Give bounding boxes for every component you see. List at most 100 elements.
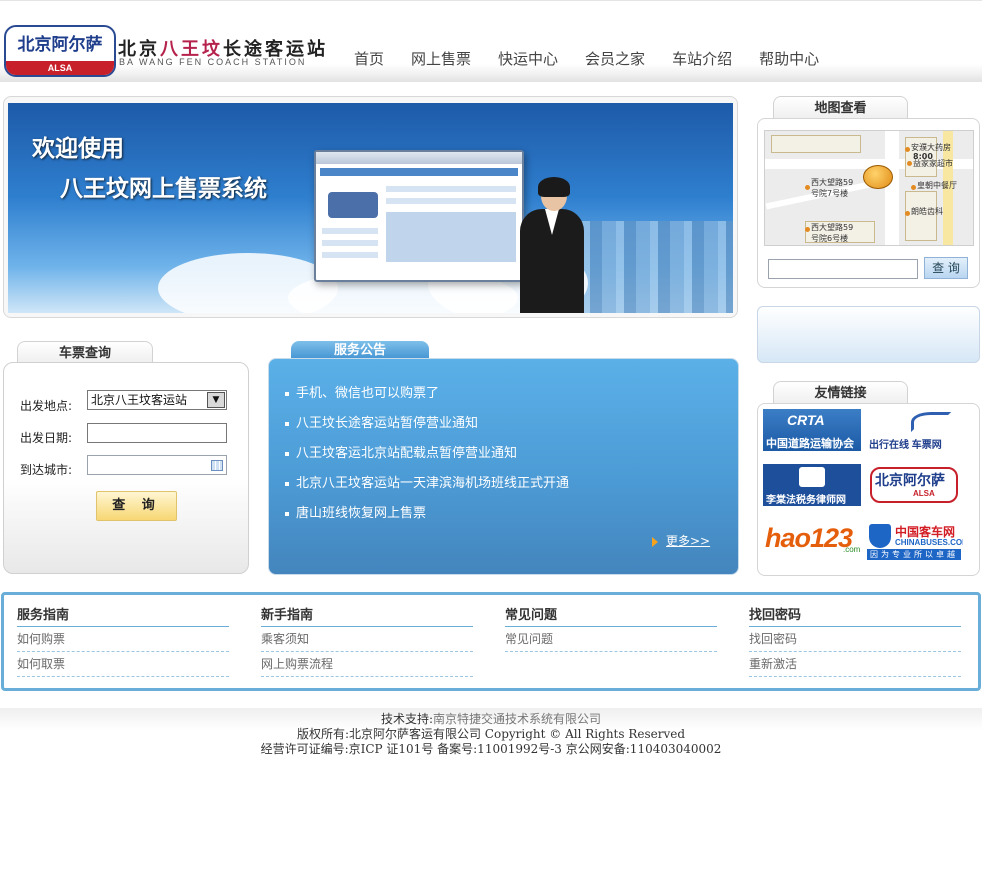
date-field[interactable] [87, 423, 227, 443]
browser-titlebar [316, 152, 522, 164]
notice-more-link[interactable]: 更多>> [652, 532, 710, 549]
map-label: 西大望路59 [811, 178, 854, 187]
departure-select[interactable]: 北京八王坟客运站 ▼ [87, 390, 227, 410]
guide-link[interactable]: 找回密码 [749, 627, 961, 652]
banner-skyline [568, 221, 733, 313]
map-marker [911, 185, 916, 190]
browser-nav [320, 168, 518, 176]
guide-link[interactable]: 网上购票流程 [261, 652, 473, 677]
guide-link[interactable]: 乘客须知 [261, 627, 473, 652]
location-map[interactable]: 安濮大药房 8:00 益家家超市 皇朝中餐厅 西大望路59 号院7号楼 朗皓齿科… [764, 130, 974, 246]
map-road [885, 131, 899, 245]
departure-value: 北京八王坟客运站 [91, 393, 188, 407]
bullet-icon [285, 421, 289, 426]
agent-hair [538, 177, 570, 197]
wing-icon [911, 412, 951, 432]
nav-home[interactable]: 首页 [354, 48, 384, 69]
link-law-logo[interactable]: 李棠法税务律师网 [763, 464, 861, 506]
city-field[interactable] [87, 455, 227, 475]
site-footer: 技术支持:南京特捷交通技术系统有限公司 版权所有:北京阿尔萨客运有限公司 Cop… [0, 708, 982, 764]
guide-column-title: 找回密码 [749, 605, 961, 627]
guide-link[interactable]: 常见问题 [505, 627, 717, 652]
link-crta-logo[interactable]: CRTA 中国道路运输协会 [763, 409, 861, 451]
notice-item[interactable]: 八王坟客运北京站配载点暂停营业通知 [285, 442, 517, 461]
logo-text: 北京阿尔萨 [17, 35, 103, 55]
link-hao123-logo[interactable]: hao123 .com [763, 519, 861, 561]
hao123-logo-text: hao123 [765, 523, 853, 553]
bullet-icon [285, 391, 289, 396]
banner-browser-illustration [314, 150, 524, 282]
arrow-right-icon [652, 536, 658, 547]
notice-item-text: 唐山班线恢复网上售票 [296, 506, 427, 521]
notice-item[interactable]: 北京八王坟客运站一天津滨海机场班线正式开通 [285, 472, 569, 491]
query-submit-button[interactable]: 查 询 [96, 491, 177, 521]
notice-item[interactable]: 手机、微信也可以购票了 [285, 382, 439, 401]
browser-row [322, 240, 378, 246]
map-label: 朗皓齿科 [911, 207, 943, 216]
link-chinabuses-logo[interactable]: 中国客车网 CHINABUSES.COM 因为专业所以卓越 [865, 519, 963, 561]
notice-item-text: 八王坟长途客运站暂停营业通知 [296, 416, 479, 431]
guide-link[interactable]: 如何购票 [17, 627, 229, 652]
browser-row [386, 198, 516, 204]
guide-column-title: 新手指南 [261, 605, 473, 627]
map-marker [805, 227, 810, 232]
alsa-logo-text: 北京阿尔萨 [875, 473, 945, 489]
scale-icon [799, 467, 825, 487]
city-label: 到达城市: [20, 463, 73, 477]
footer-tech-support: 技术支持:南京特捷交通技术系统有限公司 [0, 712, 982, 727]
map-marker [905, 147, 910, 152]
map-pin-icon [863, 165, 893, 189]
browser-content [386, 212, 516, 262]
map-label: 号院7号楼 [811, 189, 849, 198]
guide-link[interactable]: 如何取票 [17, 652, 229, 677]
departure-label: 出发地点: [20, 399, 73, 413]
footer-tech-value[interactable]: 南京特捷交通技术系统有限公司 [433, 712, 601, 726]
nav-express-center[interactable]: 快运中心 [498, 48, 558, 69]
browser-row [386, 186, 516, 192]
link-cxzx-logo[interactable]: 出行在线 车票网 [865, 409, 963, 451]
date-label: 出发日期: [20, 431, 73, 445]
law-logo-text: 李棠法税务律师网 [766, 495, 846, 506]
guide-column-title: 服务指南 [17, 605, 229, 627]
map-label: 益家家超市 [913, 159, 953, 168]
chinabuses-logo-domain: CHINABUSES.COM [895, 538, 963, 547]
map-title: 地图查看 [773, 96, 908, 120]
notice-item-text: 八王坟客运北京站配载点暂停营业通知 [296, 446, 518, 461]
calendar-icon[interactable] [211, 460, 223, 471]
welcome-banner: 欢迎使用 八王坟网上售票系统 [8, 103, 733, 313]
nav-online-ticket[interactable]: 网上售票 [411, 48, 471, 69]
blue-placeholder-box [757, 306, 980, 363]
main-nav: 首页 网上售票 快运中心 会员之家 车站介绍 帮助中心 [354, 48, 846, 69]
bullet-icon [285, 481, 289, 486]
nav-help-center[interactable]: 帮助中心 [759, 48, 819, 69]
cxzx-logo-text: 出行在线 车票网 [869, 440, 942, 451]
notice-item-text: 手机、微信也可以购票了 [296, 386, 440, 401]
alsa-logo[interactable]: 北京阿尔萨 ALSA [4, 25, 116, 77]
banner-line2: 八王坟网上售票系统 [60, 176, 267, 202]
nav-member-home[interactable]: 会员之家 [585, 48, 645, 69]
alsa-logo-sub: ALSA [913, 489, 935, 498]
link-alsa-logo[interactable]: 北京阿尔萨 ALSA [865, 464, 963, 506]
map-search-button[interactable]: 查 询 [924, 257, 968, 279]
browser-row [322, 252, 378, 258]
chevron-down-icon[interactable]: ▼ [207, 392, 225, 408]
notice-item[interactable]: 八王坟长途客运站暂停营业通知 [285, 412, 478, 431]
browser-row [322, 228, 378, 234]
guide-link[interactable]: 重新激活 [749, 652, 961, 677]
map-building [771, 135, 861, 153]
links-title: 友情链接 [773, 381, 908, 405]
nav-station-intro[interactable]: 车站介绍 [672, 48, 732, 69]
guide-column-password: 找回密码 找回密码 重新激活 [749, 605, 961, 677]
footer-copyright: 版权所有:北京阿尔萨客运有限公司 Copyright © All Rights … [296, 727, 686, 741]
notice-item[interactable]: 唐山班线恢复网上售票 [285, 502, 426, 521]
guide-column-service: 服务指南 如何购票 如何取票 [17, 605, 229, 677]
site-header: 北京阿尔萨 ALSA 北京八王坟长途客运站 BA WANG FEN COACH … [0, 0, 982, 82]
chinabuses-logo-slogan: 因为专业所以卓越 [867, 549, 961, 560]
bullet-icon [285, 451, 289, 456]
map-search-input[interactable] [768, 259, 918, 279]
map-label: 皇朝中餐厅 [917, 181, 957, 190]
guide-column-faq: 常见问题 常见问题 [505, 605, 717, 652]
map-marker [907, 161, 912, 166]
footer-license: 经营许可证编号:京ICP 证101号 备案号:11001992号-3 京公网安备… [260, 742, 722, 756]
guide-column-beginner: 新手指南 乘客须知 网上购票流程 [261, 605, 473, 677]
